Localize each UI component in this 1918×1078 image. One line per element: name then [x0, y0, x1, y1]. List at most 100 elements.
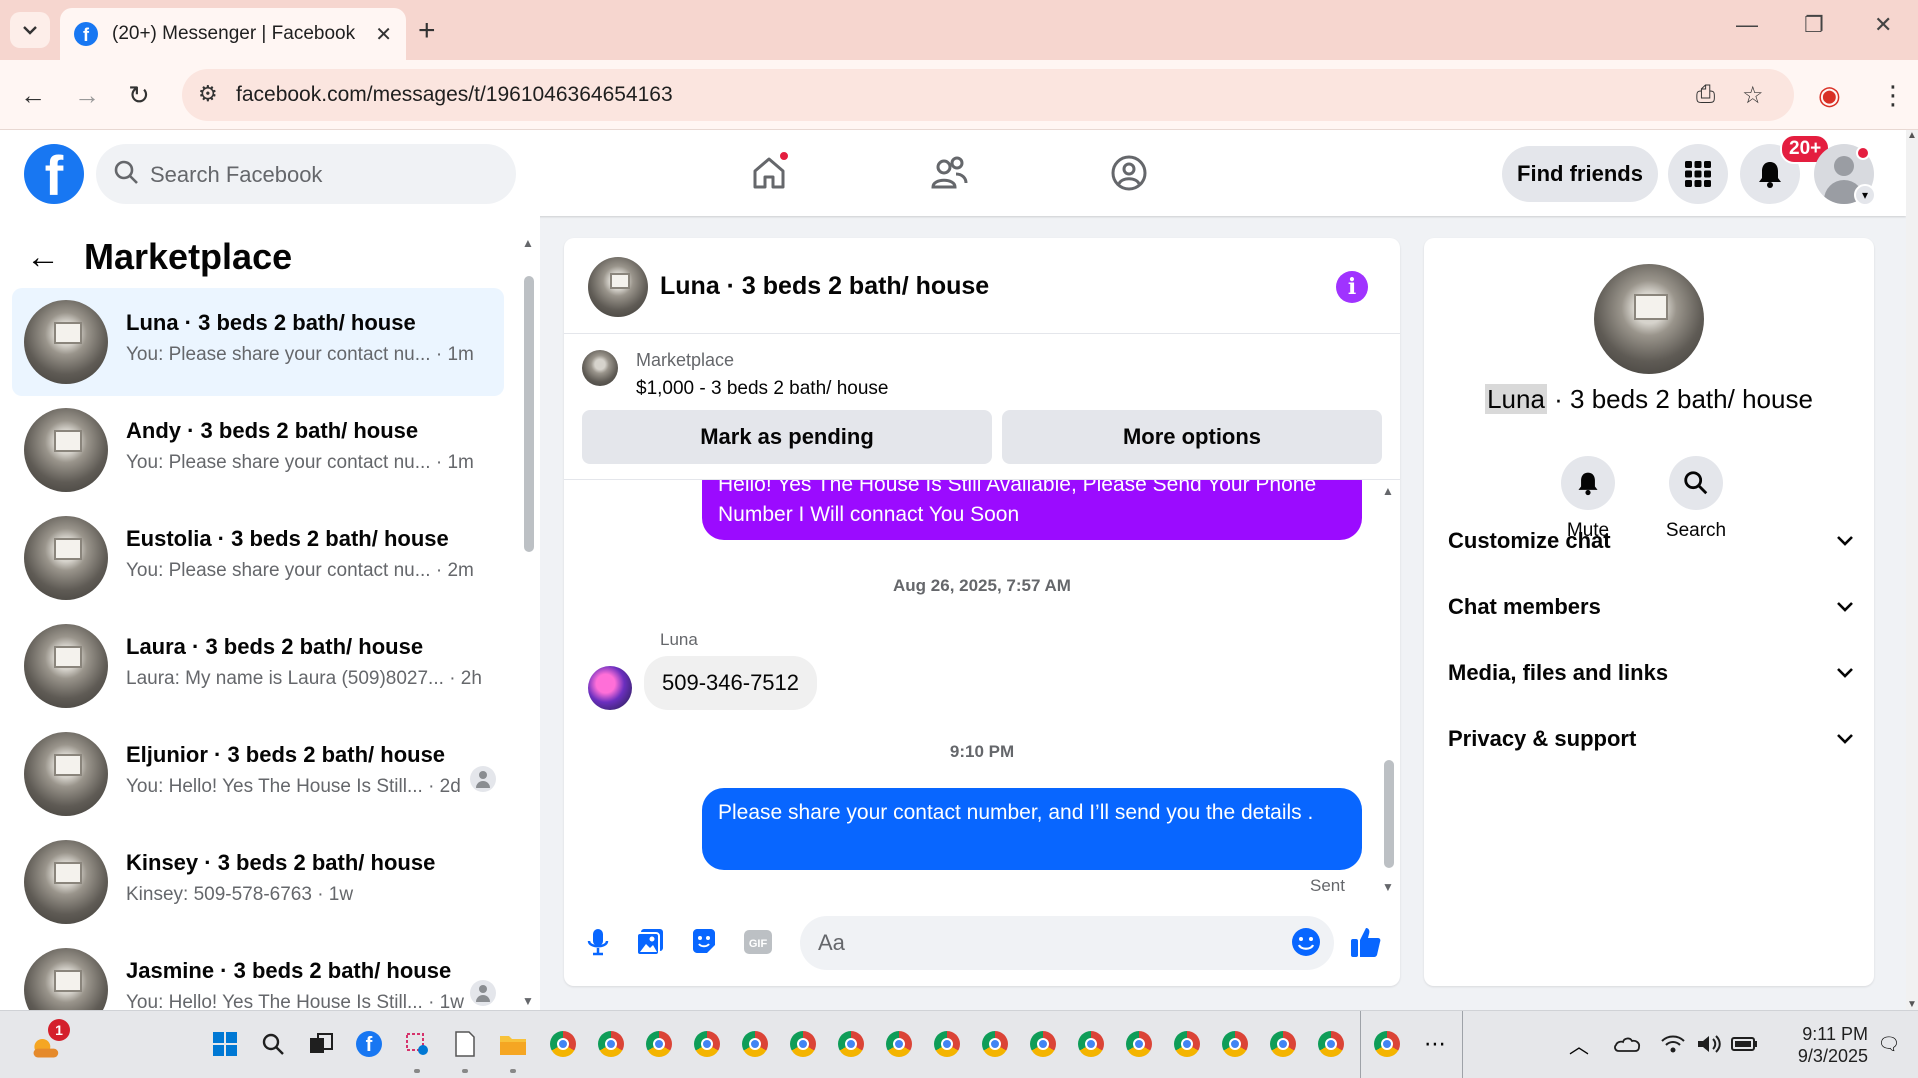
scrollbar-thumb[interactable]: [524, 276, 534, 552]
address-bar[interactable]: ⚙ facebook.com/messages/t/19610463646541…: [182, 69, 1794, 121]
facebook-search-box[interactable]: Search Facebook: [96, 144, 516, 204]
listing-title[interactable]: $1,000 - 3 beds 2 bath/ house: [636, 378, 888, 400]
chrome-window-icon[interactable]: [836, 1029, 866, 1059]
minimize-icon[interactable]: —: [1736, 12, 1758, 38]
notepad-icon[interactable]: [450, 1029, 480, 1059]
nav-profile[interactable]: [1104, 150, 1154, 196]
scrollbar-thumb[interactable]: [1384, 760, 1394, 868]
outgoing-message[interactable]: Please share your contact number, and I’…: [702, 788, 1362, 870]
mute-button[interactable]: [1561, 456, 1615, 510]
scroll-up-icon[interactable]: ▲: [1382, 484, 1394, 498]
menu-button[interactable]: [1668, 144, 1728, 204]
scroll-down-icon[interactable]: ▼: [522, 994, 534, 1008]
system-clock[interactable]: 9:11 PM 9/3/2025: [1788, 1023, 1868, 1067]
conversation-item[interactable]: Andy · 3 beds 2 bath/ house You: Please …: [12, 396, 504, 504]
taskbar-search-icon[interactable]: [258, 1029, 288, 1059]
listing-thumbnail[interactable]: [582, 350, 618, 386]
sender-avatar[interactable]: [588, 666, 632, 710]
scroll-down-icon[interactable]: ▼: [1907, 999, 1917, 1010]
new-tab-icon[interactable]: +: [418, 14, 436, 48]
conversation-item[interactable]: Kinsey · 3 beds 2 bath/ house Kinsey: 50…: [12, 828, 504, 936]
bookmark-star-icon[interactable]: ☆: [1742, 81, 1764, 110]
restore-icon[interactable]: ❐: [1804, 12, 1824, 38]
window-close-icon[interactable]: ✕: [1874, 12, 1892, 38]
task-view-icon[interactable]: [306, 1029, 336, 1059]
more-apps-icon[interactable]: ⋯: [1420, 1029, 1450, 1059]
browser-tab-messenger[interactable]: f (20+) Messenger | Facebook ✕: [60, 8, 406, 60]
back-arrow-icon[interactable]: ←: [26, 238, 60, 277]
more-options-button[interactable]: More options: [1002, 410, 1382, 464]
contact-avatar[interactable]: [1594, 264, 1704, 374]
conversation-item[interactable]: Jasmine · 3 beds 2 bath/ house You: Hell…: [12, 936, 504, 1010]
file-explorer-icon[interactable]: [498, 1029, 528, 1059]
browser-menu-icon[interactable]: ⋮: [1880, 80, 1906, 111]
facebook-logo-icon[interactable]: f: [24, 144, 84, 204]
snipping-tool-icon[interactable]: [402, 1029, 432, 1059]
sticker-icon[interactable]: [686, 924, 722, 960]
info-icon[interactable]: i: [1336, 271, 1368, 303]
chrome-window-icon[interactable]: [788, 1029, 818, 1059]
scroll-up-icon[interactable]: ▲: [1907, 130, 1917, 141]
chrome-window-icon[interactable]: [1316, 1029, 1346, 1059]
site-settings-icon[interactable]: ⚙: [198, 81, 218, 107]
chrome-window-icon[interactable]: [1172, 1029, 1202, 1059]
volume-icon[interactable]: [1694, 1029, 1724, 1059]
chrome-window-icon[interactable]: [980, 1029, 1010, 1059]
chat-title[interactable]: Luna · 3 beds 2 bath/ house: [660, 272, 989, 301]
conversation-item[interactable]: Eustolia · 3 beds 2 bath/ house You: Ple…: [12, 504, 504, 612]
privacy-support-row[interactable]: Privacy & support: [1448, 714, 1854, 764]
customize-chat-row[interactable]: Customize chat: [1448, 516, 1854, 566]
chrome-window-icon[interactable]: [1268, 1029, 1298, 1059]
chat-avatar[interactable]: [588, 257, 648, 317]
thumbs-up-icon[interactable]: [1348, 924, 1384, 960]
show-hidden-icons-icon[interactable]: ︿: [1564, 1029, 1594, 1059]
nav-home[interactable]: [744, 150, 794, 196]
mark-as-pending-button[interactable]: Mark as pending: [582, 410, 992, 464]
chrome-window-icon[interactable]: [1076, 1029, 1106, 1059]
chrome-active-window-icon[interactable]: [1372, 1029, 1402, 1059]
attach-photo-icon[interactable]: [632, 924, 668, 960]
onedrive-icon[interactable]: [1612, 1029, 1642, 1059]
chrome-window-icon[interactable]: [596, 1029, 626, 1059]
nav-friends[interactable]: [924, 150, 974, 196]
account-chevron-icon[interactable]: ▾: [1854, 184, 1876, 206]
conversation-item[interactable]: Luna · 3 beds 2 bath/ house You: Please …: [12, 288, 504, 396]
facebook-app-icon[interactable]: f: [354, 1029, 384, 1059]
message-input[interactable]: [800, 916, 1334, 970]
thread-scrollbar[interactable]: ▲ ▼: [1382, 484, 1396, 894]
chrome-window-icon[interactable]: [548, 1029, 578, 1059]
install-app-icon[interactable]: ⎙: [1696, 81, 1715, 109]
chrome-window-icon[interactable]: [932, 1029, 962, 1059]
tab-close-icon[interactable]: ✕: [375, 22, 392, 47]
wifi-icon[interactable]: [1658, 1029, 1688, 1059]
chrome-window-icon[interactable]: [1220, 1029, 1250, 1059]
incoming-message[interactable]: 509-346-7512: [644, 656, 818, 710]
chrome-window-icon[interactable]: [884, 1029, 914, 1059]
page-scrollbar[interactable]: ▲ ▼: [1906, 130, 1918, 1010]
chrome-window-icon[interactable]: [692, 1029, 722, 1059]
chrome-window-icon[interactable]: [1028, 1029, 1058, 1059]
back-arrow-icon[interactable]: ←: [20, 80, 46, 111]
voice-clip-icon[interactable]: [580, 924, 616, 960]
media-files-links-row[interactable]: Media, files and links: [1448, 648, 1854, 698]
gif-icon[interactable]: GIF: [740, 924, 776, 960]
outgoing-message[interactable]: Hello! Yes The House Is Still Available,…: [702, 480, 1362, 540]
search-in-chat-button[interactable]: [1669, 456, 1723, 510]
conversation-item[interactable]: Eljunior · 3 beds 2 bath/ house You: Hel…: [12, 720, 504, 828]
find-friends-button[interactable]: Find friends: [1502, 146, 1658, 202]
notification-center-icon[interactable]: 🗨: [1874, 1029, 1904, 1059]
forward-arrow-icon[interactable]: →: [74, 80, 100, 111]
scroll-down-icon[interactable]: ▼: [1382, 880, 1394, 894]
profile-icon[interactable]: ◉: [1818, 80, 1841, 111]
chrome-window-icon[interactable]: [1124, 1029, 1154, 1059]
reload-icon[interactable]: ↻: [128, 80, 150, 111]
emoji-icon[interactable]: [1288, 924, 1324, 960]
scroll-up-icon[interactable]: ▲: [522, 236, 534, 250]
conversation-item[interactable]: Laura · 3 beds 2 bath/ house Laura: My n…: [12, 612, 504, 720]
battery-icon[interactable]: [1730, 1029, 1760, 1059]
chrome-window-icon[interactable]: [644, 1029, 674, 1059]
conversation-list-scrollbar[interactable]: ▲ ▼: [520, 236, 536, 1008]
chat-members-row[interactable]: Chat members: [1448, 582, 1854, 632]
tab-search-dropdown[interactable]: [10, 12, 50, 48]
start-windows-icon[interactable]: [210, 1029, 240, 1059]
